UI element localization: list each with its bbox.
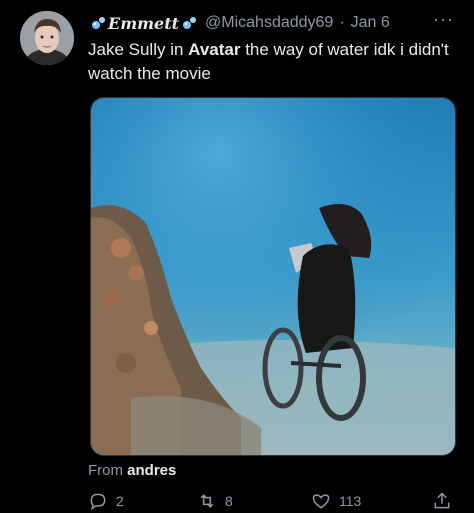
bubbles-icon: [90, 15, 106, 31]
retweet-icon: [200, 494, 214, 508]
tweet-text-prefix: Jake Sully in: [88, 40, 189, 59]
tweet-text: Jake Sully in Avatar the way of water id…: [88, 38, 458, 86]
separator-dot: ·: [339, 14, 345, 31]
like-button[interactable]: 113: [311, 491, 361, 511]
tweet-video[interactable]: [90, 97, 456, 456]
tweet-header: Emmett @Micahsdaddy69 · Jan 6 ···: [88, 9, 454, 34]
retweet-button[interactable]: 8: [197, 491, 233, 511]
display-name: Emmett: [108, 13, 180, 33]
user-handle[interactable]: @Micahsdaddy69: [205, 14, 333, 32]
tweet-date[interactable]: Jan 6: [351, 14, 390, 32]
action-bar: 2 8 113: [88, 491, 454, 513]
like-icon: [312, 494, 330, 509]
reply-button[interactable]: 2: [88, 491, 124, 511]
reply-icon: [90, 493, 106, 511]
source-prefix: From: [88, 462, 123, 479]
display-name-wrap[interactable]: Emmett: [88, 14, 199, 33]
more-icon[interactable]: ···: [433, 9, 454, 30]
reply-count: 2: [116, 493, 124, 509]
retweet-count: 8: [225, 493, 233, 509]
share-icon: [434, 492, 450, 509]
source-attribution: From andres: [88, 462, 176, 479]
avatar[interactable]: [20, 11, 74, 65]
bubbles-icon: [181, 15, 197, 31]
source-name[interactable]: andres: [127, 462, 176, 479]
like-count: 113: [339, 493, 362, 509]
share-button[interactable]: [432, 491, 460, 511]
tweet-text-bold: Avatar: [188, 40, 241, 59]
